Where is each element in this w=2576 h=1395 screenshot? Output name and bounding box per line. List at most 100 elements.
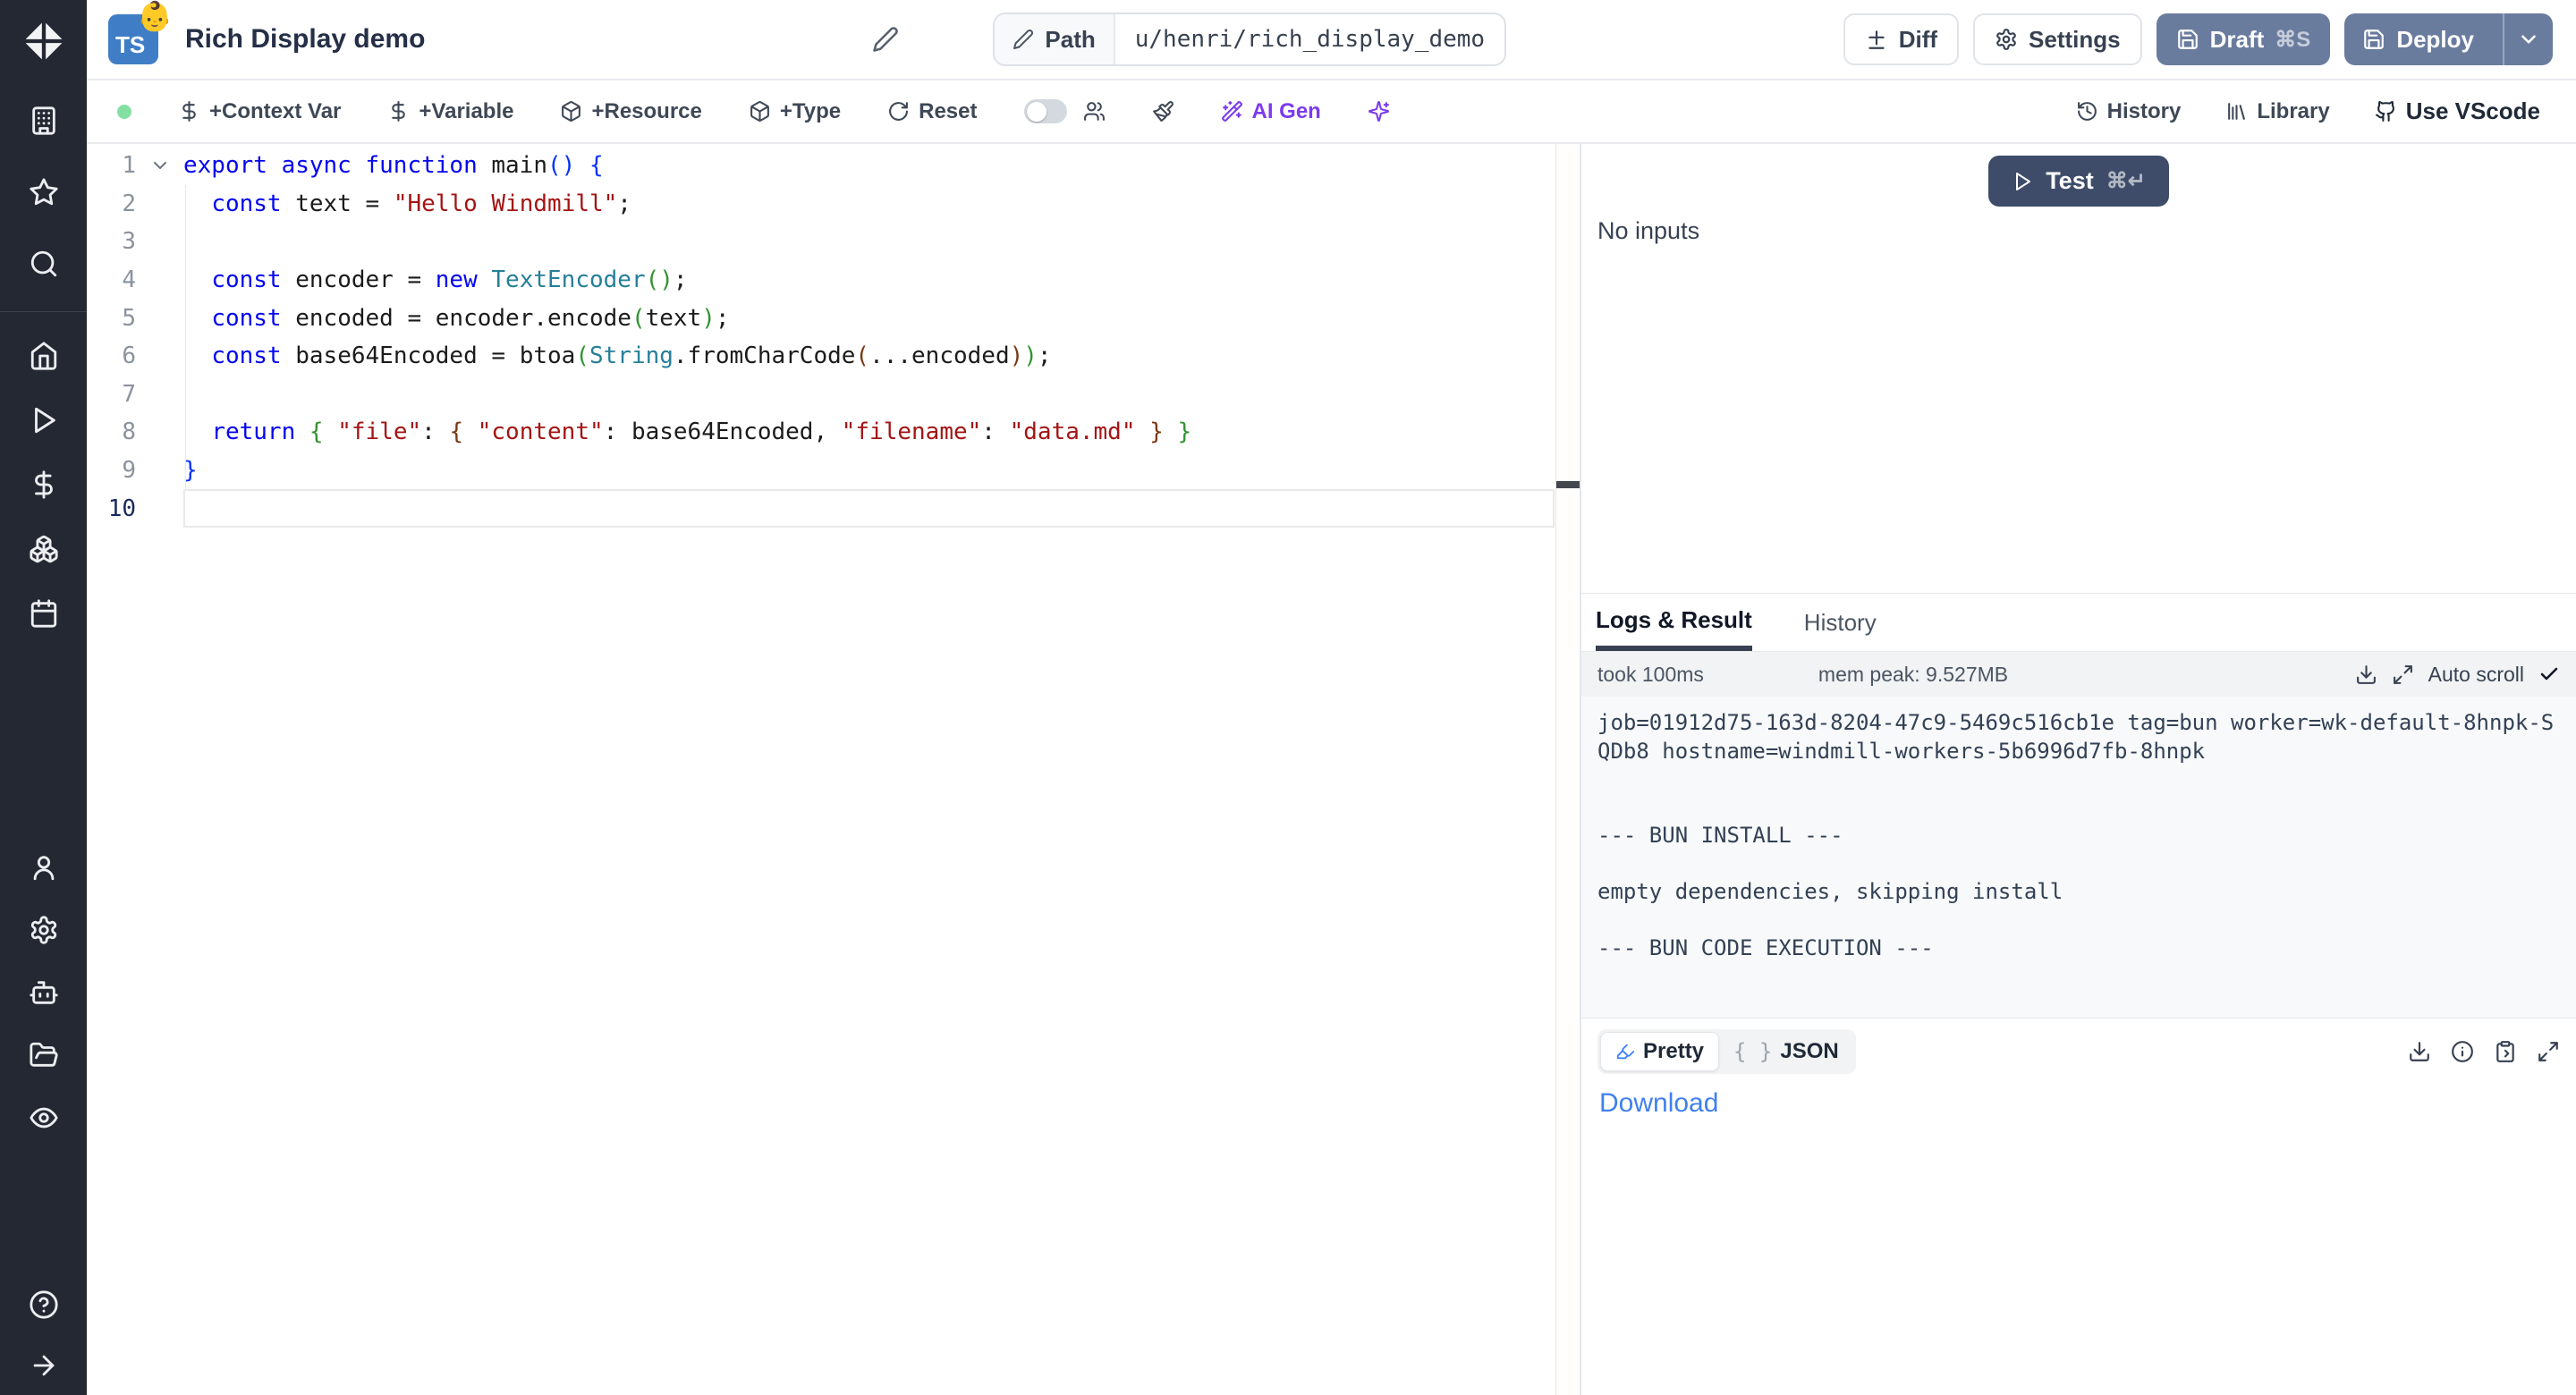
folders-icon[interactable] bbox=[29, 1040, 59, 1070]
diff-button[interactable]: Diff bbox=[1843, 13, 1959, 65]
home-icon[interactable] bbox=[29, 341, 59, 371]
library-icon bbox=[2225, 100, 2248, 123]
download-result-icon[interactable] bbox=[2408, 1040, 2431, 1063]
library-button[interactable]: Library bbox=[2225, 99, 2329, 124]
package-icon bbox=[560, 100, 582, 123]
pretty-view-option[interactable]: Pretty bbox=[1600, 1032, 1719, 1071]
user-icon[interactable] bbox=[29, 852, 59, 883]
fullscreen-result-icon[interactable] bbox=[2537, 1040, 2560, 1063]
result-tabs: Logs & Result History bbox=[1581, 594, 2576, 652]
code-line[interactable]: 7 bbox=[87, 376, 1580, 414]
add-type-button[interactable]: +Type bbox=[749, 99, 841, 124]
info-icon[interactable] bbox=[2451, 1040, 2474, 1063]
settings-gear-icon bbox=[1995, 28, 2018, 51]
favorites-star-icon[interactable] bbox=[29, 177, 59, 207]
workspace-building-icon[interactable] bbox=[29, 106, 59, 136]
json-view-option[interactable]: { } JSON bbox=[1719, 1033, 1853, 1070]
draft-button[interactable]: Draft ⌘S bbox=[2157, 13, 2331, 65]
reset-button[interactable]: Reset bbox=[887, 99, 977, 124]
line-number: 9 bbox=[87, 457, 136, 484]
copy-clipboard-icon[interactable] bbox=[2494, 1040, 2517, 1063]
expand-sidebar-arrow-icon[interactable] bbox=[29, 1350, 59, 1381]
code-line[interactable]: 1export async function main() { bbox=[87, 147, 1580, 185]
search-icon[interactable] bbox=[29, 249, 59, 279]
code-line[interactable]: 6 const base64Encoded = btoa(String.from… bbox=[87, 337, 1580, 376]
content-row: 1export async function main() {2 const t… bbox=[87, 144, 2576, 1395]
play-icon bbox=[2012, 171, 2033, 192]
help-icon[interactable] bbox=[29, 1289, 59, 1320]
code-line[interactable]: 10 bbox=[87, 489, 1580, 528]
run-panel: Test ⌘↵ No inputs Logs & Result History … bbox=[1581, 144, 2576, 1395]
audit-eye-icon[interactable] bbox=[29, 1103, 59, 1133]
workers-bot-icon[interactable] bbox=[29, 977, 59, 1008]
ai-gen-label: AI Gen bbox=[1252, 99, 1321, 124]
log-actions: Auto scroll bbox=[2355, 663, 2560, 687]
settings-gear-icon[interactable] bbox=[29, 915, 59, 945]
download-logs-icon[interactable] bbox=[2355, 664, 2377, 686]
tab-logs-result[interactable]: Logs & Result bbox=[1596, 594, 1752, 651]
editor-overview-ruler[interactable] bbox=[1555, 144, 1580, 1395]
indent-guide bbox=[185, 185, 186, 490]
header-actions: Diff Settings Draft ⌘S bbox=[1843, 13, 2553, 65]
logs-section: Logs & Result History took 100ms mem pea… bbox=[1581, 593, 2576, 1395]
sidebar bbox=[0, 0, 87, 1395]
deploy-dropdown-toggle[interactable] bbox=[2503, 13, 2553, 65]
code-line[interactable]: 4 const encoder = new TextEncoder(); bbox=[87, 261, 1580, 300]
code-line[interactable]: 2 const text = "Hello Windmill"; bbox=[87, 185, 1580, 224]
library-label: Library bbox=[2257, 99, 2329, 124]
code-lines[interactable]: 1export async function main() {2 const t… bbox=[87, 144, 1580, 528]
resources-boxes-icon[interactable] bbox=[29, 534, 59, 564]
top-header: TS 👶 Rich Display demo Path u/henri/rich… bbox=[87, 0, 2576, 80]
line-number: 6 bbox=[87, 342, 136, 369]
deploy-button[interactable]: Deploy bbox=[2344, 13, 2553, 65]
log-output[interactable]: job=01912d75-163d-8204-47c9-5469c516cb1e… bbox=[1581, 697, 2576, 1018]
test-button[interactable]: Test ⌘↵ bbox=[1988, 156, 2169, 207]
code-line[interactable]: 8 return { "file": { "content": base64En… bbox=[87, 413, 1580, 452]
chevron-down-icon bbox=[2517, 28, 2540, 51]
autoscroll-label[interactable]: Auto scroll bbox=[2428, 663, 2524, 687]
use-vscode-button[interactable]: Use VScode bbox=[2375, 97, 2540, 125]
deploy-main[interactable]: Deploy bbox=[2344, 13, 2492, 65]
format-paintbrush-button[interactable] bbox=[1152, 100, 1174, 123]
editor-toolbar: +Context Var +Variable +Resource +Type bbox=[87, 80, 2576, 144]
add-resource-button[interactable]: +Resource bbox=[560, 99, 701, 124]
tab-history[interactable]: History bbox=[1804, 594, 1877, 651]
variables-dollar-icon[interactable] bbox=[29, 469, 59, 500]
runs-play-icon[interactable] bbox=[29, 405, 59, 435]
download-result-link[interactable]: Download bbox=[1599, 1088, 1718, 1119]
code-editor[interactable]: 1export async function main() {2 const t… bbox=[87, 144, 1580, 1395]
ai-sparkles-button[interactable] bbox=[1368, 100, 1390, 123]
path-label: Path bbox=[1045, 26, 1095, 54]
collaboration-toggle[interactable] bbox=[1024, 99, 1067, 123]
windmill-logo[interactable] bbox=[21, 18, 67, 64]
path-label-segment: Path bbox=[995, 14, 1114, 64]
history-button[interactable]: History bbox=[2076, 99, 2182, 124]
settings-button[interactable]: Settings bbox=[1973, 13, 2142, 65]
dollar-icon bbox=[387, 100, 410, 123]
path-editor[interactable]: Path u/henri/rich_display_demo bbox=[993, 13, 1506, 66]
magic-wand-icon bbox=[1221, 100, 1243, 123]
expand-logs-icon[interactable] bbox=[2392, 664, 2414, 686]
autoscroll-check-icon[interactable] bbox=[2538, 664, 2560, 685]
code-line[interactable]: 5 const encoded = encoder.encode(text); bbox=[87, 299, 1580, 337]
add-variable-button[interactable]: +Variable bbox=[387, 99, 513, 124]
toolbar-right: History Library Use VScode bbox=[2076, 97, 2540, 125]
settings-label: Settings bbox=[2029, 26, 2121, 54]
sidebar-nav-group bbox=[29, 341, 59, 629]
fold-chevron-icon[interactable] bbox=[136, 155, 183, 176]
code-line[interactable]: 9} bbox=[87, 452, 1580, 490]
users-icon bbox=[1083, 100, 1106, 123]
edit-summary-pencil-icon[interactable] bbox=[872, 26, 899, 53]
sidebar-top-group bbox=[29, 106, 59, 279]
code-line[interactable]: 3 bbox=[87, 223, 1580, 261]
ai-gen-button[interactable]: AI Gen bbox=[1221, 99, 1321, 124]
line-number: 2 bbox=[87, 190, 136, 217]
line-number: 4 bbox=[87, 266, 136, 293]
add-context-var-button[interactable]: +Context Var bbox=[178, 99, 341, 124]
path-value[interactable]: u/henri/rich_display_demo bbox=[1115, 14, 1504, 64]
rotate-reset-icon bbox=[887, 100, 910, 123]
language-badge-label: TS bbox=[115, 31, 145, 59]
schedules-calendar-icon[interactable] bbox=[29, 598, 59, 629]
sidebar-divider bbox=[0, 311, 87, 312]
mem-peak: mem peak: 9.527MB bbox=[1818, 663, 2008, 687]
